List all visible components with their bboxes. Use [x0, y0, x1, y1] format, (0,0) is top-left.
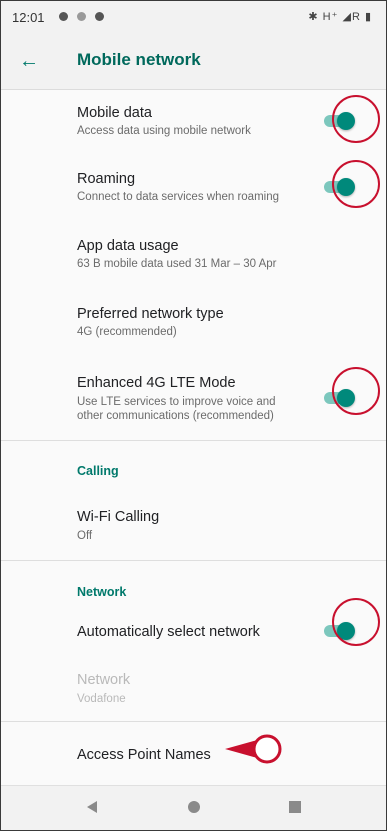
- back-arrow-icon[interactable]: ←: [15, 47, 43, 75]
- section-divider: [1, 440, 386, 441]
- roaming-summary: Connect to data services when roaming: [77, 191, 279, 203]
- status-bar: 12:01 ✱ H⁺ ◢R ▮: [1, 1, 386, 33]
- network-operator-item: Network Vodafone: [1, 663, 386, 721]
- enhanced-4g-lte-title: Enhanced 4G LTE Mode: [77, 375, 236, 391]
- wifi-calling-item[interactable]: Wi-Fi Calling Off: [1, 497, 386, 553]
- mobile-data-summary: Access data using mobile network: [77, 125, 251, 137]
- annotation-pointer: [225, 734, 282, 764]
- network-operator-title: Network: [77, 672, 131, 688]
- enhanced-4g-lte-item[interactable]: Enhanced 4G LTE Mode Use LTE services to…: [1, 366, 386, 436]
- auto-select-network-toggle[interactable]: [322, 620, 356, 642]
- nav-recents-icon[interactable]: [289, 801, 301, 813]
- toggle-thumb: [337, 112, 355, 130]
- access-point-names-title: Access Point Names: [77, 747, 211, 763]
- toggle-thumb: [337, 178, 355, 196]
- status-right-icons: ✱ H⁺ ◢R ▮: [308, 11, 372, 23]
- status-time: 12:01: [12, 10, 45, 25]
- app-data-usage-title: App data usage: [77, 238, 179, 254]
- nav-home-icon[interactable]: [188, 801, 200, 813]
- enhanced-4g-lte-summary-line2: other communications (recommended): [77, 410, 274, 422]
- network-header: Network: [77, 585, 127, 599]
- page-title: Mobile network: [77, 50, 201, 69]
- app-data-usage-item[interactable]: App data usage 63 B mobile data used 31 …: [1, 229, 386, 289]
- mobile-data-item[interactable]: Mobile data Access data using mobile net…: [1, 96, 386, 154]
- auto-select-network-item[interactable]: Automatically select network: [1, 609, 386, 655]
- roaming-toggle[interactable]: [322, 176, 356, 198]
- nav-back-icon[interactable]: [87, 801, 97, 813]
- preferred-network-type-summary: 4G (recommended): [77, 326, 177, 338]
- toggle-thumb: [337, 389, 355, 407]
- preferred-network-type-item[interactable]: Preferred network type 4G (recommended): [1, 297, 386, 357]
- section-divider: [1, 721, 386, 722]
- roaming-item[interactable]: Roaming Connect to data services when ro…: [1, 161, 386, 221]
- section-divider: [1, 560, 386, 561]
- app-icon: [95, 12, 104, 21]
- wifi-icon: [77, 12, 86, 21]
- preferred-network-type-title: Preferred network type: [77, 306, 224, 322]
- app-data-usage-summary: 63 B mobile data used 31 Mar – 30 Apr: [77, 258, 277, 270]
- wifi-calling-summary: Off: [77, 530, 93, 542]
- phone-screen: 12:01 ✱ H⁺ ◢R ▮ ← Mobile network Mobile …: [0, 0, 387, 831]
- mobile-data-toggle[interactable]: [322, 110, 356, 132]
- toggle-thumb: [337, 622, 355, 640]
- notification-icon: [59, 12, 68, 21]
- enhanced-4g-lte-summary-line1: Use LTE services to improve voice and: [77, 396, 276, 408]
- enhanced-4g-lte-toggle[interactable]: [322, 387, 356, 409]
- calling-header: Calling: [77, 464, 119, 478]
- access-point-names-item[interactable]: Access Point Names: [1, 725, 386, 781]
- network-operator-summary: Vodafone: [77, 693, 126, 705]
- app-toolbar: ← Mobile network: [1, 33, 386, 90]
- auto-select-network-title: Automatically select network: [77, 624, 260, 640]
- wifi-calling-title: Wi-Fi Calling: [77, 509, 160, 525]
- navigation-bar: [1, 785, 386, 830]
- roaming-title: Roaming: [77, 171, 136, 187]
- mobile-data-title: Mobile data: [77, 105, 152, 121]
